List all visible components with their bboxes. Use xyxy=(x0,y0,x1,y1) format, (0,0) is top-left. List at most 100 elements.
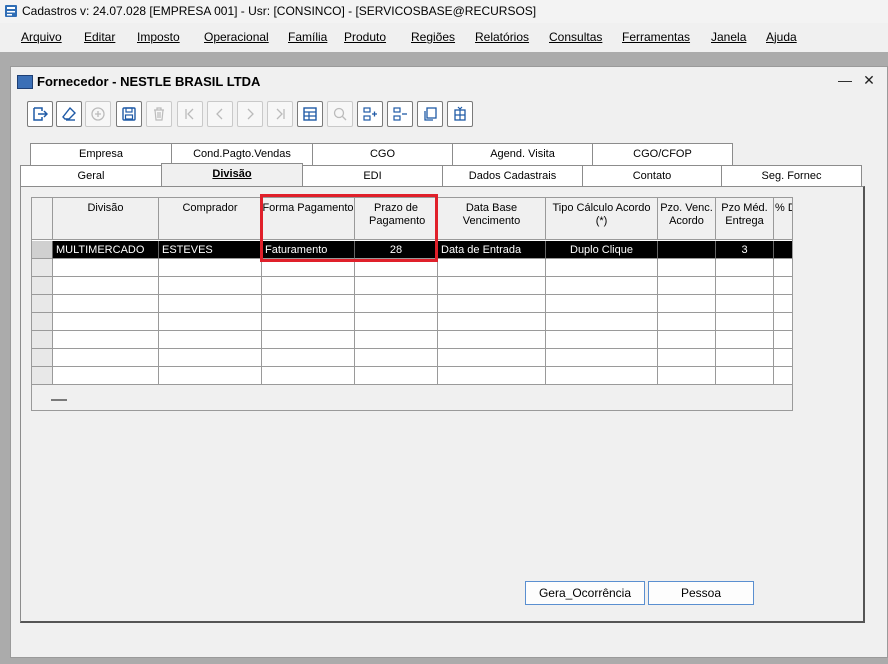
cell-empty[interactable] xyxy=(658,277,716,295)
cell-empty[interactable] xyxy=(546,331,658,349)
cell-empty[interactable] xyxy=(716,367,774,385)
tab-edi[interactable]: EDI xyxy=(302,165,443,187)
grid-button[interactable] xyxy=(297,101,323,127)
col-header-divisao[interactable]: Divisão xyxy=(53,198,159,240)
menu-janela[interactable]: Janela xyxy=(711,30,746,44)
cell-empty[interactable] xyxy=(438,259,546,277)
tab-empresa[interactable]: Empresa xyxy=(30,143,172,165)
cell-empty[interactable] xyxy=(438,295,546,313)
cell-empty[interactable] xyxy=(546,313,658,331)
tab-contato[interactable]: Contato xyxy=(582,165,722,187)
cell-empty[interactable] xyxy=(716,259,774,277)
next-button[interactable] xyxy=(237,101,263,127)
row-indicator[interactable] xyxy=(32,331,53,349)
cell-empty[interactable] xyxy=(53,259,159,277)
clear-button[interactable] xyxy=(56,101,82,127)
table-row[interactable] xyxy=(32,295,792,313)
cell-empty[interactable] xyxy=(546,349,658,367)
add-button[interactable] xyxy=(85,101,111,127)
prev-button[interactable] xyxy=(207,101,233,127)
cell-empty[interactable] xyxy=(262,295,355,313)
cell-empty[interactable] xyxy=(355,367,438,385)
cell-empty[interactable] xyxy=(716,277,774,295)
cell-empty[interactable] xyxy=(546,295,658,313)
tab-divisao[interactable]: Divisão xyxy=(161,163,303,187)
row-indicator[interactable] xyxy=(32,259,53,277)
cell-empty[interactable] xyxy=(53,277,159,295)
cell-empty[interactable] xyxy=(53,313,159,331)
menu-ajuda[interactable]: Ajuda xyxy=(766,30,797,44)
tab-seg-fornec[interactable]: Seg. Fornec xyxy=(721,165,862,187)
close-button[interactable]: ✕ xyxy=(861,72,877,88)
cell-empty[interactable] xyxy=(774,277,792,295)
cell-empty[interactable] xyxy=(53,295,159,313)
cell-empty[interactable] xyxy=(774,313,792,331)
table-row[interactable] xyxy=(32,277,792,295)
cell-empty[interactable] xyxy=(438,313,546,331)
row-indicator[interactable] xyxy=(32,313,53,331)
cell-percent[interactable] xyxy=(774,241,792,259)
cell-empty[interactable] xyxy=(355,349,438,367)
cell-empty[interactable] xyxy=(658,349,716,367)
first-button[interactable] xyxy=(177,101,203,127)
menu-imposto[interactable]: Imposto xyxy=(137,30,180,44)
cell-empty[interactable] xyxy=(159,295,262,313)
cell-empty[interactable] xyxy=(53,367,159,385)
col-header-tipo-calculo-acordo[interactable]: Tipo Cálculo Acordo (*) xyxy=(546,198,658,240)
cell-empty[interactable] xyxy=(658,259,716,277)
cell-empty[interactable] xyxy=(262,367,355,385)
exit-button[interactable] xyxy=(27,101,53,127)
menu-editar[interactable]: Editar xyxy=(84,30,115,44)
copy-button[interactable] xyxy=(417,101,443,127)
cell-empty[interactable] xyxy=(658,295,716,313)
cell-pzo-venc-acordo[interactable] xyxy=(658,241,716,259)
col-header-comprador[interactable]: Comprador xyxy=(159,198,262,240)
col-header-pzo-venc-acordo[interactable]: Pzo. Venc. Acordo xyxy=(658,198,716,240)
table-row[interactable] xyxy=(32,367,792,385)
cell-empty[interactable] xyxy=(774,259,792,277)
cell-empty[interactable] xyxy=(159,277,262,295)
gera-ocorrencia-button[interactable]: Gera_Ocorrência xyxy=(525,581,645,605)
menu-operacional[interactable]: Operacional xyxy=(204,30,269,44)
cell-empty[interactable] xyxy=(355,313,438,331)
menu-ferramentas[interactable]: Ferramentas xyxy=(622,30,690,44)
cell-empty[interactable] xyxy=(355,295,438,313)
cell-empty[interactable] xyxy=(262,349,355,367)
tab-cond-pagto-vendas[interactable]: Cond.Pagto.Vendas xyxy=(171,143,313,165)
cell-empty[interactable] xyxy=(438,331,546,349)
row-indicator[interactable] xyxy=(32,295,53,313)
cell-empty[interactable] xyxy=(774,367,792,385)
cell-empty[interactable] xyxy=(438,349,546,367)
cell-empty[interactable] xyxy=(546,259,658,277)
columns-button[interactable] xyxy=(447,101,473,127)
cell-empty[interactable] xyxy=(53,349,159,367)
cell-empty[interactable] xyxy=(716,349,774,367)
menu-familia[interactable]: Família xyxy=(288,30,327,44)
cell-empty[interactable] xyxy=(355,331,438,349)
tab-dados-cadastrais[interactable]: Dados Cadastrais xyxy=(442,165,583,187)
cell-empty[interactable] xyxy=(262,277,355,295)
cell-empty[interactable] xyxy=(658,367,716,385)
delete-button[interactable] xyxy=(146,101,172,127)
table-row[interactable] xyxy=(32,349,792,367)
cell-empty[interactable] xyxy=(774,349,792,367)
menu-produto[interactable]: Produto xyxy=(344,30,386,44)
menu-consultas[interactable]: Consultas xyxy=(549,30,602,44)
last-button[interactable] xyxy=(267,101,293,127)
col-header-percent[interactable]: % De xyxy=(774,198,792,240)
search-button[interactable] xyxy=(327,101,353,127)
tab-cgo[interactable]: CGO xyxy=(312,143,453,165)
cell-empty[interactable] xyxy=(159,259,262,277)
row-indicator[interactable] xyxy=(32,349,53,367)
cell-empty[interactable] xyxy=(716,295,774,313)
cell-empty[interactable] xyxy=(262,331,355,349)
cell-empty[interactable] xyxy=(716,331,774,349)
menu-regioes[interactable]: Regiões xyxy=(411,30,455,44)
tab-agend-visita[interactable]: Agend. Visita xyxy=(452,143,593,165)
table-row[interactable] xyxy=(32,313,792,331)
col-header-pzo-med-entrega[interactable]: Pzo Méd. Entrega xyxy=(716,198,774,240)
col-header-data-base-vencimento[interactable]: Data Base Vencimento xyxy=(438,198,546,240)
scroll-handle[interactable] xyxy=(51,399,67,401)
cell-data-base-vencimento[interactable]: Data de Entrada xyxy=(438,241,546,259)
cell-pzo-med-entrega[interactable]: 3 xyxy=(716,241,774,259)
